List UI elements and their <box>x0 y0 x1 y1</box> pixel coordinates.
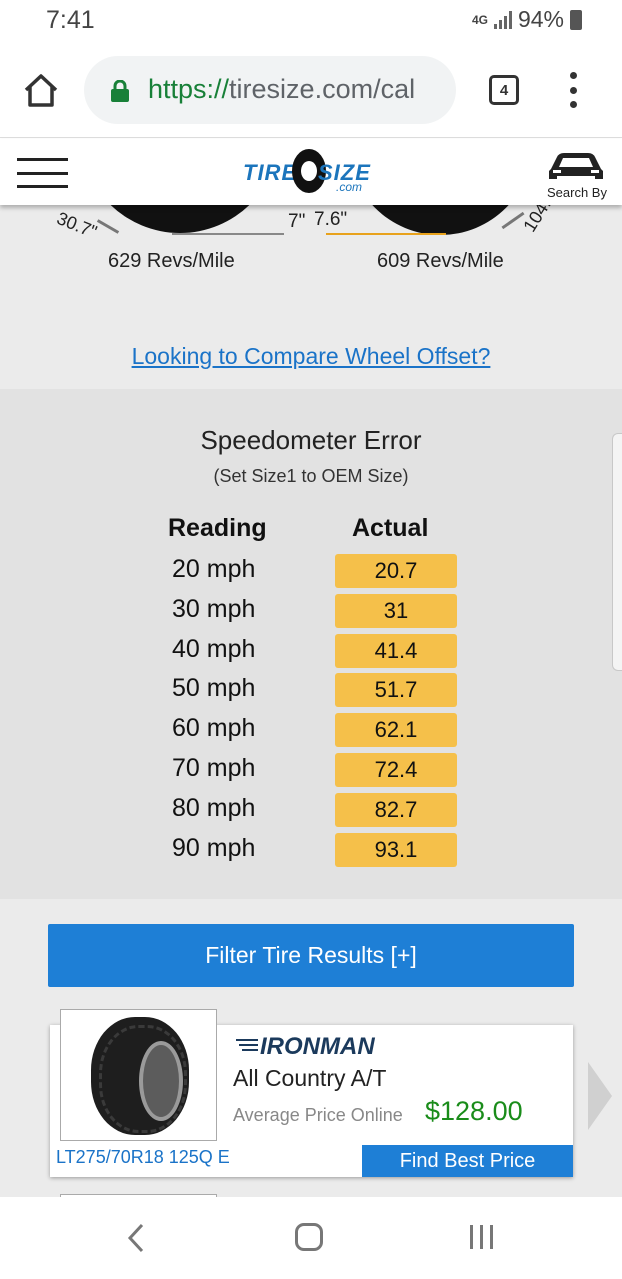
back-icon[interactable] <box>127 1223 145 1253</box>
recent-apps-icon[interactable] <box>470 1225 493 1249</box>
actual-column-header: Actual <box>352 514 429 542</box>
filter-tire-results-button[interactable]: Filter Tire Results [+] <box>48 924 574 987</box>
reading-column-header: Reading <box>168 514 267 542</box>
browser-toolbar: https://tiresize.com/cal 4 <box>0 42 622 138</box>
speedometer-error-section: Speedometer Error (Set Size1 to OEM Size… <box>0 389 622 899</box>
product-card[interactable]: IRONMAN All Country A/T Average Price On… <box>50 1009 573 1177</box>
status-indicators: 4G 94% <box>472 6 582 33</box>
product-name[interactable]: All Country A/T <box>233 1065 386 1092</box>
site-header: TIRE SIZE .com Search By <box>0 139 622 205</box>
home-button[interactable] <box>22 72 60 108</box>
tire-1-width-line <box>172 233 284 235</box>
system-navigation-bar <box>0 1197 622 1279</box>
page-content: 30.7" 104. 7" 7.6" 629 Revs/Mile 609 Rev… <box>0 205 622 1197</box>
home-icon <box>24 74 58 107</box>
search-by-label: Search By <box>547 185 607 200</box>
network-type-icon: 4G <box>471 12 488 27</box>
logo-tire-text: TIRE <box>243 160 298 185</box>
brand-logo: IRONMAN <box>260 1033 375 1061</box>
battery-percent: 94% <box>517 6 564 32</box>
carousel-next-icon[interactable] <box>588 1062 612 1130</box>
find-best-price-button[interactable]: Find Best Price <box>362 1145 573 1177</box>
home-nav-icon[interactable] <box>295 1223 323 1251</box>
tire-2-revs-per-mile: 609 Revs/Mile <box>377 250 504 272</box>
tire-1-diameter-label: 30.7" <box>53 208 100 243</box>
search-by-vehicle-button[interactable]: Search By <box>545 147 611 201</box>
tire-2-diameter-label: 104. <box>519 205 555 236</box>
tire-comparison-graphic: 30.7" 104. 7" 7.6" 629 Revs/Mile 609 Rev… <box>0 205 622 389</box>
reading-value: 30 mph <box>172 594 256 623</box>
speedometer-title: Speedometer Error <box>200 425 422 455</box>
tire-icon <box>91 1017 189 1135</box>
browser-menu-button[interactable] <box>566 72 580 108</box>
table-row: 90 mph 93.1 <box>0 829 622 869</box>
reading-value: 70 mph <box>172 753 256 782</box>
tire-2-graphic <box>348 205 533 235</box>
price-label: Average Price Online <box>233 1105 403 1125</box>
rim-icon <box>139 1041 183 1121</box>
reading-value: 80 mph <box>172 793 256 822</box>
lock-icon <box>111 80 129 102</box>
site-logo[interactable]: TIRE SIZE .com <box>240 147 385 197</box>
table-row: 30 mph 31 <box>0 590 622 630</box>
reading-value: 60 mph <box>172 714 256 743</box>
actual-value: 62.1 <box>335 713 457 748</box>
address-bar[interactable]: https://tiresize.com/cal <box>84 56 456 124</box>
menu-dot-icon <box>569 86 577 94</box>
tire-results-section: Filter Tire Results [+] IRONMAN All Coun… <box>0 899 622 1197</box>
hamburger-line <box>17 185 68 188</box>
status-time: 7:41 <box>46 6 95 34</box>
actual-value: 20.7 <box>335 554 457 588</box>
actual-value: 41.4 <box>335 633 457 668</box>
menu-dot-icon <box>569 72 577 79</box>
actual-value: 72.4 <box>335 752 457 787</box>
actual-value: 82.7 <box>335 792 457 827</box>
menu-dot-icon <box>569 101 577 108</box>
tire-product-image[interactable] <box>60 1009 217 1141</box>
brand-stripes-icon <box>236 1039 258 1051</box>
tire-1-revs-per-mile: 629 Revs/Mile <box>108 250 235 272</box>
car-icon <box>549 153 603 179</box>
table-row: 40 mph 41.4 <box>0 630 622 670</box>
actual-value: 31 <box>335 593 457 628</box>
battery-icon <box>570 9 582 30</box>
table-row: 70 mph 72.4 <box>0 749 622 789</box>
table-row: 50 mph 51.7 <box>0 669 622 709</box>
hamburger-line <box>17 158 68 161</box>
tire-2-width-line <box>326 233 446 235</box>
reading-value: 50 mph <box>172 674 256 703</box>
speedometer-table: 20 mph 20.7 30 mph 31 40 mph 41.4 50 mph… <box>0 550 622 868</box>
hamburger-line <box>17 171 68 175</box>
tab-switcher-button[interactable]: 4 <box>489 75 519 105</box>
url-text: https://tiresize.com/cal <box>148 74 415 105</box>
table-row: 80 mph 82.7 <box>0 789 622 829</box>
table-row: 60 mph 62.1 <box>0 709 622 749</box>
url-host: tiresize.com/cal <box>229 74 416 104</box>
actual-value: 93.1 <box>335 832 457 867</box>
logo-com-text: .com <box>336 180 363 194</box>
url-scheme: https:// <box>148 74 230 104</box>
dimension-arrow-icon <box>96 219 120 234</box>
reading-value: 90 mph <box>172 833 256 862</box>
signal-icon <box>493 10 512 29</box>
hamburger-menu-button[interactable] <box>17 158 68 188</box>
reading-value: 40 mph <box>172 634 256 663</box>
product-price: $128.00 <box>425 1096 523 1126</box>
actual-value: 51.7 <box>335 673 457 708</box>
tire-size-link[interactable]: LT275/70R18 125Q E <box>56 1147 230 1168</box>
tire-2-width-label: 7.6" <box>314 209 348 230</box>
scrollbar-thumb[interactable] <box>612 433 622 671</box>
compare-wheel-offset-link[interactable]: Looking to Compare Wheel Offset? <box>0 343 622 370</box>
status-bar: 7:41 4G 94% <box>0 0 622 42</box>
tire-1-width-label: 7" <box>288 211 306 232</box>
table-row: 20 mph 20.7 <box>0 550 622 590</box>
brand-name: IRONMAN <box>260 1033 375 1060</box>
speedometer-subtitle: (Set Size1 to OEM Size) <box>213 466 409 486</box>
reading-value: 20 mph <box>172 555 256 583</box>
